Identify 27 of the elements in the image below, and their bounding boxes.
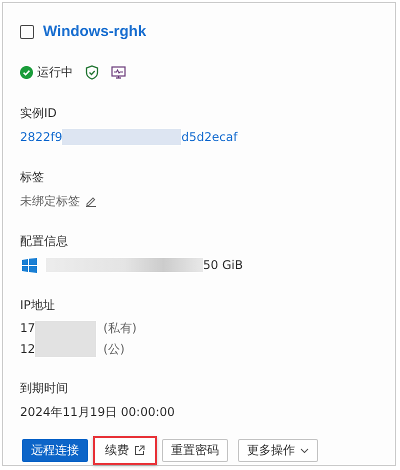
reset-password-button[interactable]: 重置密码 <box>162 439 228 462</box>
field-label: 到期时间 <box>20 380 69 397</box>
pencil-icon <box>85 195 97 207</box>
more-actions-button[interactable]: 更多操作 <box>238 439 318 462</box>
ip-address-start: 17 <box>20 321 36 335</box>
tag-value: 未绑定标签 <box>20 192 80 210</box>
field-label: 实例ID <box>20 105 58 122</box>
redaction-mask <box>35 321 96 357</box>
external-link-icon <box>134 445 145 456</box>
config-size: 50 GiB <box>203 258 243 272</box>
instance-name-link[interactable]: Windows-rghk <box>43 23 146 40</box>
field-label: 标签 <box>20 169 45 186</box>
monitor-icon <box>111 66 126 79</box>
ip-type: (公) <box>103 340 125 358</box>
instance-id-end[interactable]: d5d2ecaf <box>181 130 238 144</box>
windows-logo-icon <box>22 258 37 272</box>
ip-type: (私有) <box>103 320 137 336</box>
field-label: 配置信息 <box>20 233 69 250</box>
remote-connect-button[interactable]: 远程连接 <box>22 439 88 462</box>
checkbox[interactable] <box>20 24 34 38</box>
chevron-down-icon <box>300 448 309 454</box>
shield-check-icon <box>85 65 99 80</box>
status-label: 运行中 <box>37 64 73 81</box>
expiry-date: 2024年11月19日 00:00:00 <box>20 404 176 420</box>
instance-id-start[interactable]: 2822f9 <box>20 130 62 144</box>
field-label: IP地址 <box>20 297 56 314</box>
ip-address-start: 12 <box>20 342 36 356</box>
